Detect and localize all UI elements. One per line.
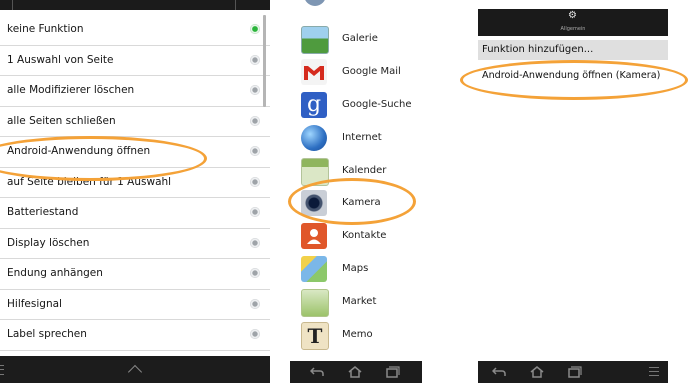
radio-button[interactable] [250, 115, 260, 126]
list-item[interactable]: keine Funktion [0, 15, 270, 46]
recent-apps-icon[interactable] [386, 366, 400, 378]
recent-apps-icon[interactable] [568, 366, 582, 378]
radio-button[interactable] [250, 329, 260, 339]
list-item[interactable]: 1 Auswahl von Seite [0, 46, 270, 76]
app-label: Internet [342, 132, 382, 143]
list-item[interactable]: Batteriestand [0, 198, 270, 229]
globe-icon [301, 125, 327, 151]
home-icon[interactable] [348, 366, 362, 378]
list-item-label: 1 Auswahl von Seite [7, 53, 114, 66]
list-item-label: alle Seiten schließen [7, 114, 116, 127]
radio-button[interactable] [250, 54, 260, 65]
list-item-label: Batteriestand [7, 206, 79, 218]
app-label: Kalender [342, 165, 387, 176]
list-item[interactable]: Hilfesignal [0, 290, 270, 320]
app-label: Galerie [342, 33, 378, 44]
gmail-icon [301, 59, 327, 85]
add-function-label: Funktion hinzufügen... [482, 44, 594, 55]
radio-button[interactable] [250, 268, 260, 278]
radio-button[interactable] [250, 207, 260, 217]
contacts-icon [301, 223, 327, 249]
app-label: Market [342, 296, 377, 307]
action-settings-panel: ⚙ Allgemein Funktion hinzufügen... Andro… [478, 0, 668, 383]
menu-icon[interactable] [0, 365, 4, 375]
function-list-panel: keine Funktion 1 Auswahl von Seite alle … [0, 0, 270, 383]
app-item-maps[interactable]: Maps [290, 252, 422, 286]
list-item-label: alle Modifizierer löschen [7, 84, 135, 96]
app-item-google-suche[interactable]: g Google-Suche [290, 88, 422, 122]
gear-icon: ⚙ [568, 10, 577, 21]
app-item-memo[interactable]: T Memo [290, 318, 422, 352]
app-label: Memo [342, 329, 373, 340]
header-title: Allgemein [560, 26, 586, 32]
list-item[interactable]: alle Modifizierer löschen [0, 76, 270, 107]
highlight-ellipse [288, 178, 416, 225]
app-label: Kontakte [342, 230, 387, 241]
list-item[interactable]: Endung anhängen [0, 259, 270, 290]
market-icon [301, 289, 329, 317]
highlight-ellipse [460, 60, 688, 100]
app-label: Maps [342, 263, 369, 274]
function-list: keine Funktion 1 Auswahl von Seite alle … [0, 15, 270, 351]
app-item-galerie[interactable]: Galerie [290, 22, 422, 56]
navigation-bar [478, 361, 668, 383]
partial-app-icon [304, 0, 326, 6]
app-label: Google Mail [342, 66, 401, 77]
google-search-icon: g [301, 92, 327, 118]
gallery-icon [301, 26, 329, 54]
back-icon[interactable] [310, 367, 324, 377]
scrollbar[interactable] [263, 15, 266, 107]
app-item-internet[interactable]: Internet [290, 121, 422, 155]
list-item[interactable]: alle Seiten schließen [0, 107, 270, 137]
maps-icon [301, 256, 327, 282]
app-item-google-mail[interactable]: Google Mail [290, 55, 422, 89]
menu-icon[interactable] [649, 367, 659, 376]
app-label: Google-Suche [342, 99, 412, 110]
memo-icon: T [301, 322, 329, 350]
navigation-bar [0, 356, 270, 383]
navigation-bar [290, 361, 422, 383]
list-item-label: Label sprechen [7, 328, 87, 340]
radio-button[interactable] [250, 237, 260, 248]
list-item-label: Hilfesignal [7, 297, 62, 310]
home-icon[interactable] [530, 366, 544, 378]
header-bar: ⚙ Allgemein [478, 9, 668, 36]
radio-button-selected[interactable] [250, 24, 260, 34]
radio-button[interactable] [250, 176, 260, 187]
add-function-button[interactable]: Funktion hinzufügen... [478, 40, 668, 60]
list-item-label: Display löschen [7, 236, 90, 249]
radio-button[interactable] [250, 85, 260, 95]
radio-button[interactable] [250, 146, 260, 156]
list-item[interactable]: Label sprechen [0, 320, 270, 351]
chevron-up-icon[interactable] [127, 364, 143, 380]
radio-button[interactable] [250, 298, 260, 309]
list-item-label: keine Funktion [7, 23, 84, 35]
list-item[interactable]: Display löschen [0, 229, 270, 259]
app-item-market[interactable]: Market [290, 285, 422, 319]
back-icon[interactable] [492, 367, 506, 377]
list-item-label: Endung anhängen [7, 267, 103, 279]
status-bar [0, 0, 270, 10]
